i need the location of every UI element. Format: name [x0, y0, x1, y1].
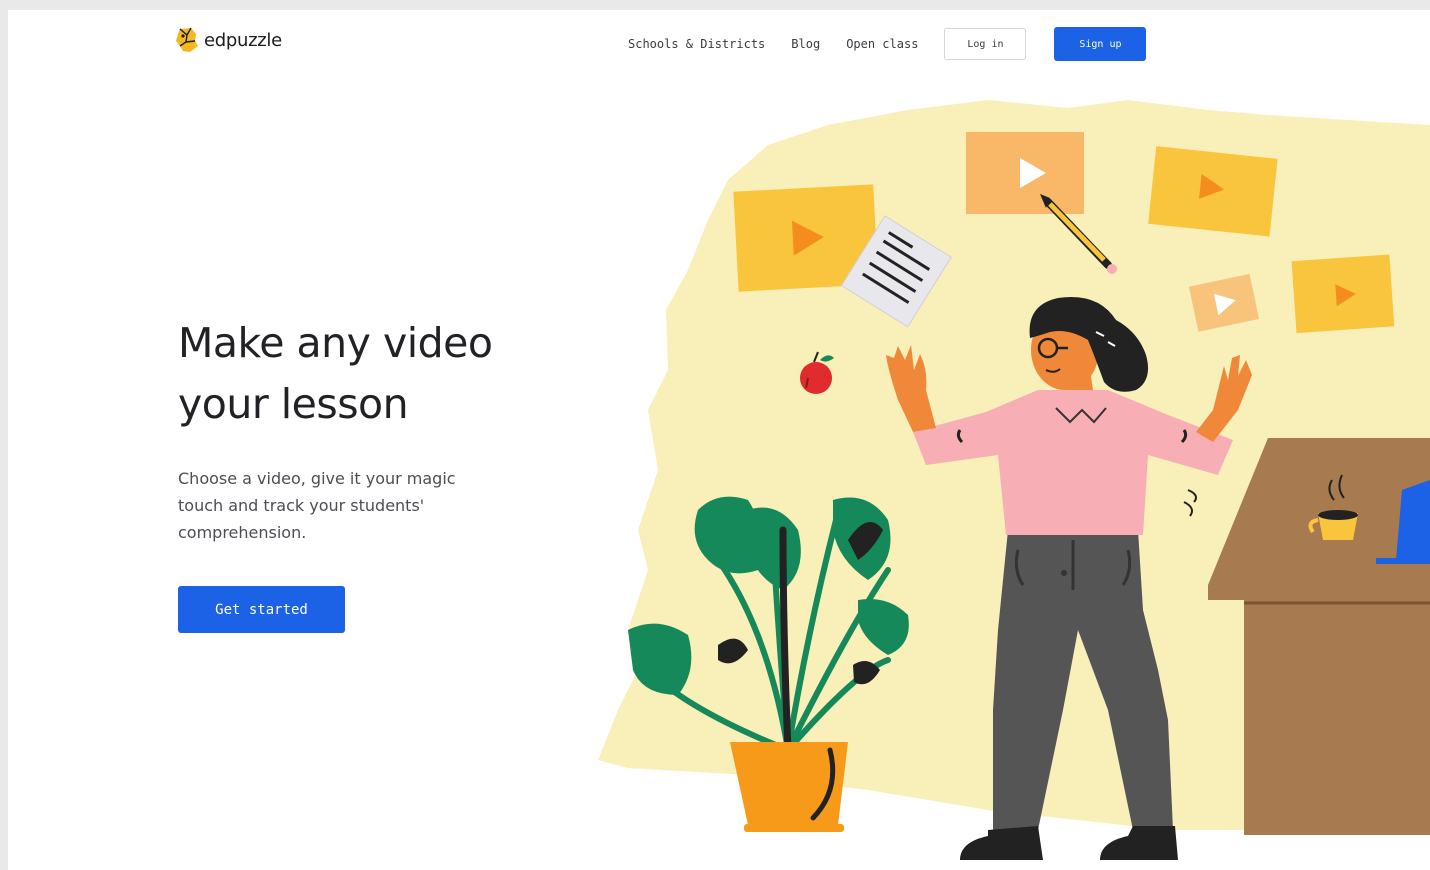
- nav-link-blog[interactable]: Blog: [791, 37, 820, 51]
- hero-subtitle-line-1: Choose a video, give it your magic: [178, 469, 456, 488]
- nav-link-open-class[interactable]: Open class: [846, 37, 918, 51]
- signup-button[interactable]: Sign up: [1054, 27, 1147, 61]
- hero-title-line-1: Make any video: [178, 319, 493, 367]
- shoe-left: [960, 826, 1043, 860]
- edpuzzle-logo[interactable]: edpuzzle: [174, 26, 282, 54]
- hero-subtitle: Choose a video, give it your magic touch…: [178, 465, 488, 546]
- nav-link-schools-districts[interactable]: Schools & Districts: [628, 37, 765, 51]
- shoe-right: [1100, 826, 1178, 860]
- top-nav: Schools & Districts Blog Open class Log …: [628, 27, 1147, 61]
- video-card-top-center: [966, 132, 1084, 214]
- browser-viewport: edpuzzle Schools & Districts Blog Open c…: [8, 10, 1430, 870]
- hero-title-line-2: your lesson: [178, 380, 409, 428]
- login-button[interactable]: Log in: [944, 28, 1027, 60]
- video-card-right: [1291, 254, 1395, 334]
- hero-title: Make any video your lesson: [178, 313, 538, 435]
- logo-text: edpuzzle: [204, 29, 282, 51]
- get-started-button[interactable]: Get started: [178, 586, 345, 633]
- hero-subtitle-line-2: touch and track your students': [178, 496, 425, 515]
- hero-subtitle-line-3: comprehension.: [178, 523, 307, 542]
- hero-illustration: [598, 100, 1430, 860]
- video-card-top-right: [1148, 146, 1278, 237]
- puzzle-logo-icon: [176, 27, 198, 52]
